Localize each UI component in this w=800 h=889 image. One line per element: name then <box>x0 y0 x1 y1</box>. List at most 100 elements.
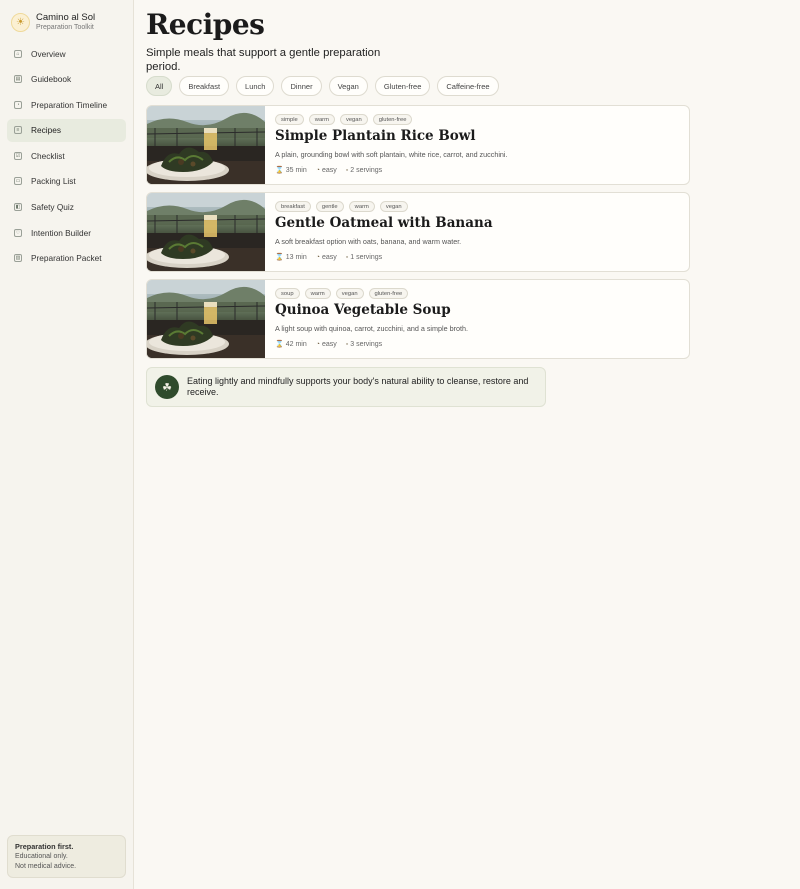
sidebar-item-label: Overview <box>31 48 66 59</box>
recipe-time: 35 min <box>285 166 307 174</box>
recipe-image <box>147 106 265 184</box>
shield-icon: ◧ <box>14 203 22 212</box>
sidebar-item-overview[interactable]: ⌂ Overview <box>7 42 126 65</box>
recipe-description: A soft breakfast option with oats, banan… <box>275 237 462 246</box>
brand-subtitle: Preparation Toolkit <box>36 24 94 31</box>
sidebar-item-guidebook[interactable]: ▤ Guidebook <box>7 68 126 91</box>
recipe-tag: warm <box>348 201 375 212</box>
recipe-tags: breakfast gentle warm vegan <box>275 201 679 212</box>
recipe-servings: 2 servings <box>350 166 383 174</box>
recipe-tag: vegan <box>379 201 408 212</box>
recipe-title: Quinoa Vegetable Soup <box>275 302 451 318</box>
recipe-tag: gluten-free <box>372 114 413 125</box>
recipe-time: 13 min <box>285 253 307 261</box>
recipe-image <box>147 193 265 271</box>
sidebar-item-preparation-timeline[interactable]: ◔ Preparation Timeline <box>7 93 126 116</box>
brand-name: Camino al Sol <box>36 12 96 23</box>
difficulty-icon: ◔ <box>315 253 320 261</box>
sidebar-item-intention-builder[interactable]: ♡ Intention Builder <box>7 221 126 244</box>
recipe-tag: vegan <box>339 114 368 125</box>
recipe-meta: ⌛ 42 min ◔ easy ▫ 3 servings <box>275 340 679 349</box>
food-photo <box>147 106 265 184</box>
difficulty-icon: ◔ <box>315 166 320 174</box>
recipe-image <box>147 280 265 358</box>
recipe-servings: 3 servings <box>350 340 383 348</box>
sidebar-item-recipes[interactable]: ≡ Recipes <box>7 118 126 142</box>
recipe-title: Simple Plantain Rice Bowl <box>275 128 476 144</box>
filter-chip-breakfast[interactable]: Breakfast <box>179 76 230 96</box>
recipe-meta: ⌛ 13 min ◔ easy ▫ 1 servings <box>275 253 679 262</box>
checklist-icon: ☑ <box>14 151 22 160</box>
sidebar-item-label: Checklist <box>31 150 65 161</box>
note-line-2: Not medical advice. <box>15 863 77 870</box>
recipe-servings: 1 servings <box>350 253 383 261</box>
filter-chip-vegan[interactable]: Vegan <box>328 76 368 96</box>
recipe-card[interactable]: soup warm vegan gluten-free Quinoa Vegetable… <box>146 279 690 359</box>
filter-chip-lunch[interactable]: Lunch <box>236 76 275 96</box>
note-title: Preparation first. <box>15 842 74 851</box>
recipe-description: A light soup with quinoa, carrot, zucchi… <box>275 324 468 333</box>
sidebar-item-label: Preparation Timeline <box>31 99 108 110</box>
food-photo <box>147 280 265 358</box>
recipe-difficulty: easy <box>321 166 337 174</box>
recipe-card[interactable]: simple warm vegan gluten-free Simple Plantai… <box>146 105 690 185</box>
packet-icon: ▥ <box>14 254 22 263</box>
sidebar-item-label: Preparation Packet <box>31 253 102 264</box>
sidebar-item-safety-quiz[interactable]: ◧ Safety Quiz <box>7 196 126 219</box>
servings-icon: ▫ <box>345 340 349 348</box>
recipe-list: simple warm vegan gluten-free Simple Plantai… <box>146 105 690 366</box>
recipe-tag: gluten-free <box>368 288 409 299</box>
recipe-tag: warm <box>304 288 331 299</box>
sidebar-item-checklist[interactable]: ☑ Checklist <box>7 144 126 167</box>
recipe-tag: soup <box>275 288 300 299</box>
sun-icon: ☀ <box>11 12 30 32</box>
sidebar-nav: ⌂ Overview ▤ Guidebook ◔ Preparation Timeline… <box>0 42 133 270</box>
servings-icon: ▫ <box>345 253 349 261</box>
filter-chip-gluten-free[interactable]: Gluten-free <box>374 76 431 96</box>
note-line-1: Educational only. <box>15 853 68 860</box>
heart-icon: ♡ <box>14 228 22 237</box>
recipe-tag: gentle <box>315 201 344 212</box>
recipe-meta: ⌛ 35 min ◔ easy ▫ 2 servings <box>275 166 679 175</box>
recipe-tags: simple warm vegan gluten-free <box>275 114 679 125</box>
recipe-description: A plain, grounding bowl with soft planta… <box>275 150 508 159</box>
hourglass-icon: ⌛ <box>275 341 284 348</box>
recipe-card[interactable]: breakfast gentle warm vegan Gentle Oatmeal w… <box>146 192 690 272</box>
book-icon: ▤ <box>14 75 22 84</box>
sidebar-item-label: Recipes <box>31 125 61 136</box>
recipe-title: Gentle Oatmeal with Banana <box>275 215 493 231</box>
bag-icon: ▭ <box>14 177 22 186</box>
difficulty-icon: ◔ <box>315 340 320 348</box>
mindful-callout: ☘ Eating lightly and mindfully supports … <box>146 367 546 407</box>
sidebar-item-preparation-packet[interactable]: ▥ Preparation Packet <box>7 247 126 270</box>
home-icon: ⌂ <box>14 49 22 58</box>
sidebar-item-label: Packing List <box>31 176 76 187</box>
page-subtitle: Simple meals that support a gentle prepa… <box>146 47 381 73</box>
disclaimer-note: Preparation first. Educational only. Not… <box>7 835 126 878</box>
recipe-tag: simple <box>275 114 304 125</box>
recipe-time: 42 min <box>285 340 307 348</box>
servings-icon: ▫ <box>345 166 349 174</box>
leaf-icon: ☘ <box>155 375 179 399</box>
brand[interactable]: ☀ Camino al Sol Preparation Toolkit <box>0 0 133 34</box>
hourglass-icon: ⌛ <box>275 167 284 174</box>
filter-chip-dinner[interactable]: Dinner <box>281 76 322 96</box>
timeline-icon: ◔ <box>14 100 22 109</box>
recipe-icon: ≡ <box>14 126 22 135</box>
page-title: Recipes <box>146 8 265 41</box>
filter-chip-all[interactable]: All <box>146 76 173 96</box>
recipe-tags: soup warm vegan gluten-free <box>275 288 679 299</box>
recipe-tag: vegan <box>335 288 364 299</box>
food-photo <box>147 193 265 271</box>
callout-text: Eating lightly and mindfully supports yo… <box>187 376 529 397</box>
sidebar-item-label: Guidebook <box>31 74 72 85</box>
sidebar: ☀ Camino al Sol Preparation Toolkit ⌂ Ove… <box>0 0 134 889</box>
filter-chip-caffeine-free[interactable]: Caffeine-free <box>437 76 499 96</box>
sidebar-item-label: Intention Builder <box>31 227 91 238</box>
sidebar-item-label: Safety Quiz <box>31 202 74 213</box>
recipe-difficulty: easy <box>321 340 337 348</box>
hourglass-icon: ⌛ <box>275 254 284 261</box>
sidebar-item-packing-list[interactable]: ▭ Packing List <box>7 170 126 193</box>
recipe-tag: breakfast <box>275 201 311 212</box>
recipe-tag: warm <box>308 114 335 125</box>
